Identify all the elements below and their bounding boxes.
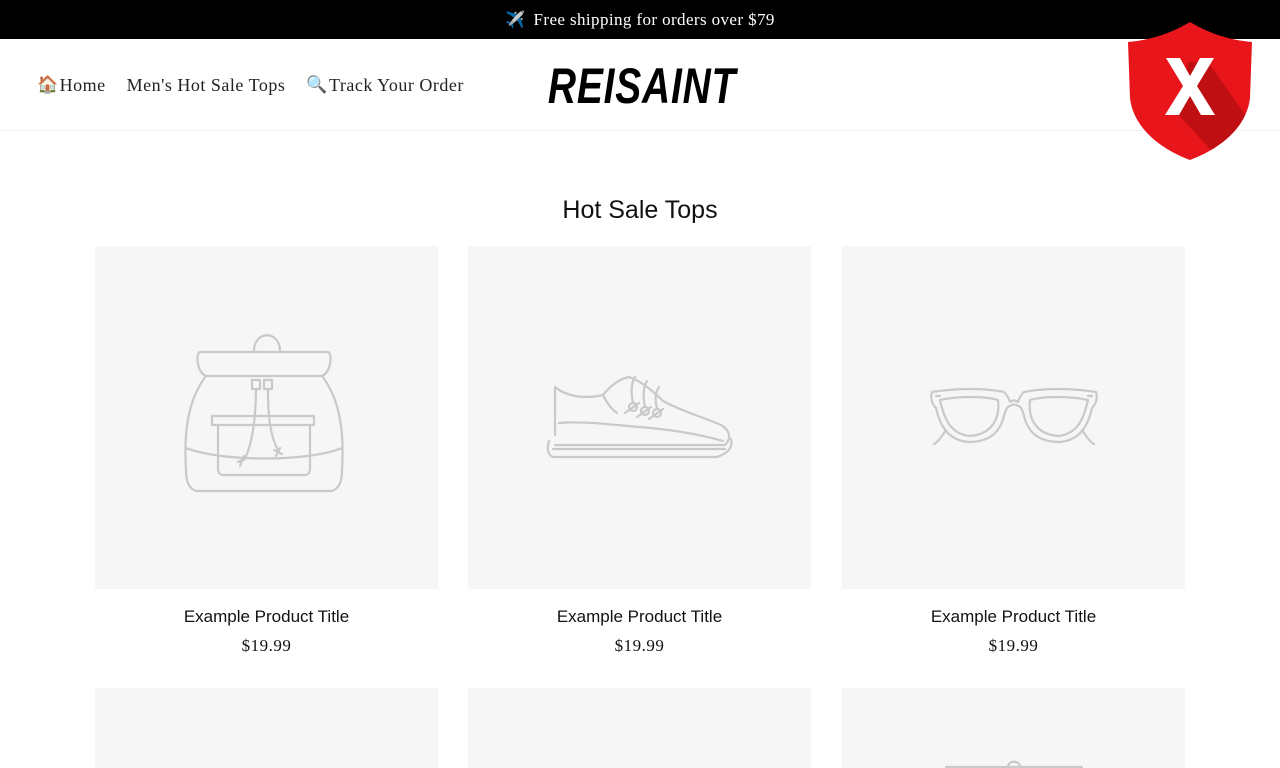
product-image[interactable] bbox=[842, 246, 1185, 589]
red-shield-x-icon[interactable] bbox=[1126, 20, 1254, 162]
brand-logo[interactable]: REISAINT bbox=[548, 57, 735, 115]
product-image[interactable] bbox=[95, 688, 438, 768]
product-image[interactable] bbox=[95, 246, 438, 589]
announcement-bar: ✈️ Free shipping for orders over $79 bbox=[0, 0, 1280, 39]
magnifier-icon: 🔍 bbox=[306, 75, 328, 95]
product-title[interactable]: Example Product Title bbox=[468, 607, 811, 627]
product-image[interactable] bbox=[468, 246, 811, 589]
sneaker-icon bbox=[546, 375, 733, 458]
product-image[interactable] bbox=[842, 688, 1185, 768]
main-nav: 🏠 Home Men's Hot Sale Tops 🔍 Track Your … bbox=[37, 39, 485, 131]
product-card bbox=[468, 688, 811, 768]
airplane-icon: ✈️ bbox=[505, 10, 526, 29]
product-price: $19.99 bbox=[614, 636, 665, 655]
product-card: Example Product Title $19.99 bbox=[468, 246, 811, 656]
house-icon: 🏠 bbox=[37, 75, 59, 95]
product-image[interactable] bbox=[468, 688, 811, 768]
nav-link-label: Home bbox=[59, 74, 106, 95]
product-card bbox=[842, 688, 1185, 768]
section-title: Hot Sale Tops bbox=[562, 196, 718, 224]
product-price: $19.99 bbox=[988, 636, 1039, 655]
product-placeholder-icon bbox=[944, 760, 1083, 768]
nav-link-label: Men's Hot Sale Tops bbox=[126, 74, 286, 95]
announcement-text: Free shipping for orders over $79 bbox=[533, 9, 775, 29]
sunglasses-icon bbox=[929, 387, 1098, 445]
site-header: 🏠 Home Men's Hot Sale Tops 🔍 Track Your … bbox=[0, 39, 1280, 131]
product-title[interactable]: Example Product Title bbox=[842, 607, 1185, 627]
product-card: Example Product Title $19.99 bbox=[95, 246, 438, 656]
nav-link-mens-hot-sale-tops[interactable]: Men's Hot Sale Tops bbox=[127, 75, 286, 96]
nav-link-home[interactable]: 🏠 Home bbox=[37, 75, 106, 96]
nav-link-track-order[interactable]: 🔍 Track Your Order bbox=[306, 75, 464, 96]
product-card bbox=[95, 688, 438, 768]
product-price: $19.99 bbox=[241, 636, 292, 655]
product-card: Example Product Title $19.99 bbox=[842, 246, 1185, 656]
product-title[interactable]: Example Product Title bbox=[95, 607, 438, 627]
backpack-icon bbox=[183, 333, 344, 492]
nav-link-label: Track Your Order bbox=[329, 74, 464, 95]
